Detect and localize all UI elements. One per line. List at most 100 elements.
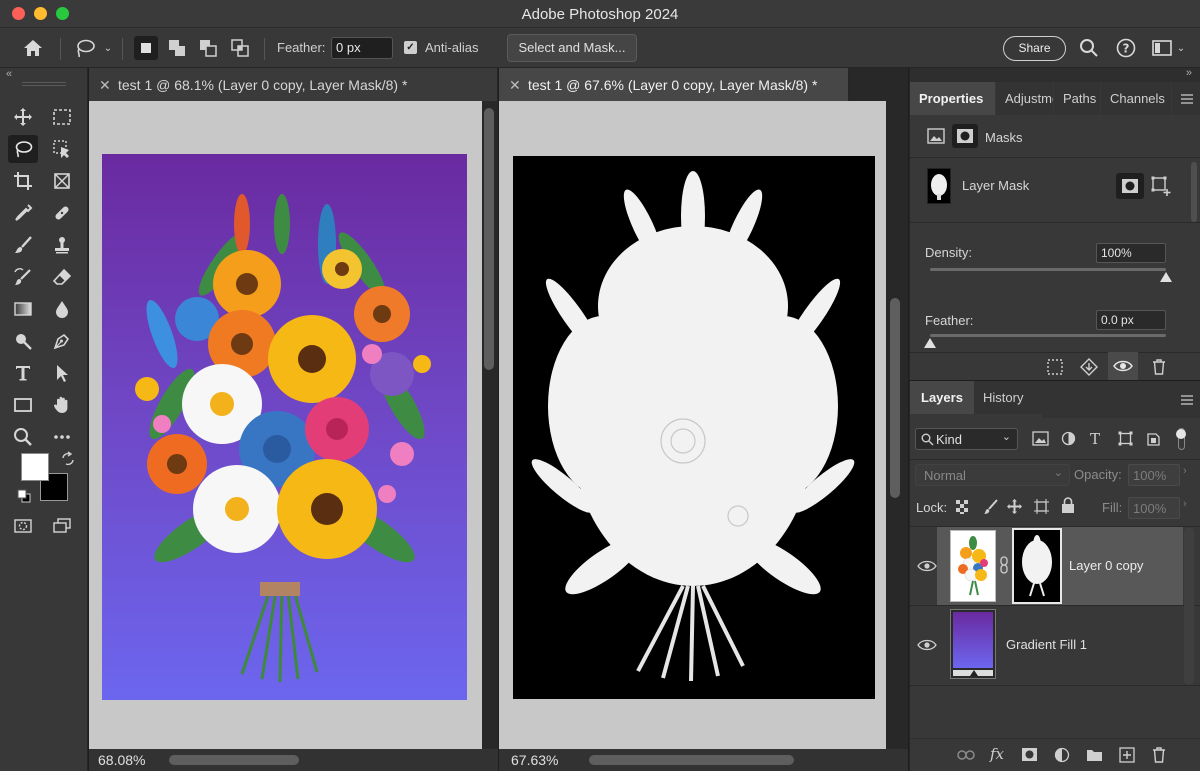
- pen-tool-icon[interactable]: [47, 327, 77, 355]
- delete-mask-icon[interactable]: [1150, 358, 1168, 376]
- lock-position-icon[interactable]: [1006, 498, 1023, 518]
- crop-tool-icon[interactable]: [8, 167, 38, 195]
- share-button[interactable]: Share: [1003, 36, 1066, 61]
- zoom-level[interactable]: 68.08%: [98, 752, 145, 768]
- move-tool-icon[interactable]: [8, 103, 38, 131]
- blur-tool-icon[interactable]: [47, 295, 77, 323]
- filter-kind-select[interactable]: Kind ⌄: [915, 428, 1018, 450]
- feather-slider-thumb[interactable]: [924, 338, 936, 348]
- layer-style-icon[interactable]: fx: [990, 745, 1004, 763]
- subtract-from-selection-button[interactable]: [196, 36, 220, 60]
- collapse-panels-icon[interactable]: »: [1186, 67, 1192, 79]
- tab-channels[interactable]: Channels: [1101, 82, 1171, 115]
- lasso-tool-icon[interactable]: [8, 135, 38, 163]
- feather-input[interactable]: 0 px: [331, 37, 393, 59]
- add-layer-mask-icon[interactable]: [1021, 747, 1038, 765]
- select-and-mask-button[interactable]: Select and Mask...: [507, 34, 637, 62]
- layer-name[interactable]: Gradient Fill 1: [1006, 637, 1087, 652]
- layer-visibility-eye-icon[interactable]: [916, 559, 938, 573]
- tab-layers[interactable]: Layers: [910, 381, 974, 414]
- default-colors-icon[interactable]: [17, 489, 31, 503]
- feather-input[interactable]: 0.0 px: [1096, 310, 1166, 330]
- document-tab-2[interactable]: ✕ test 1 @ 67.6% (Layer 0 copy, Layer Ma…: [499, 68, 849, 101]
- dodge-tool-icon[interactable]: [8, 327, 38, 355]
- brush-tool-icon[interactable]: [8, 231, 38, 259]
- tab-history[interactable]: History: [974, 381, 1042, 414]
- layer-row-layer-0-copy[interactable]: Layer 0 copy: [937, 527, 1183, 605]
- home-icon[interactable]: [20, 36, 46, 60]
- properties-scrollbar[interactable]: [1191, 162, 1197, 222]
- lock-image-pixels-icon[interactable]: [983, 499, 999, 518]
- swap-colors-icon[interactable]: [60, 451, 76, 467]
- layer-mask-thumbnail[interactable]: [927, 168, 951, 204]
- foreground-color-swatch[interactable]: [21, 453, 49, 481]
- tab-paths[interactable]: Paths: [1054, 82, 1100, 115]
- pixel-properties-icon[interactable]: [927, 128, 945, 144]
- new-adjustment-layer-icon[interactable]: [1054, 747, 1070, 766]
- fill-input[interactable]: 100%: [1128, 497, 1180, 519]
- workspace-icon[interactable]: [1151, 37, 1173, 59]
- filter-pixel-icon[interactable]: [1032, 431, 1049, 449]
- load-selection-icon[interactable]: [1046, 358, 1064, 376]
- add-to-selection-button[interactable]: [165, 36, 189, 60]
- tab-adjustments[interactable]: Adjustments: [996, 82, 1053, 115]
- quick-mask-icon[interactable]: [8, 512, 38, 540]
- object-selection-tool-icon[interactable]: [47, 135, 77, 163]
- eraser-tool-icon[interactable]: [47, 263, 77, 291]
- new-selection-button[interactable]: [134, 36, 158, 60]
- anti-alias-checkbox[interactable]: ✓: [404, 41, 417, 54]
- filter-adjustment-icon[interactable]: [1061, 431, 1076, 449]
- clone-stamp-tool-icon[interactable]: [47, 231, 77, 259]
- frame-tool-icon[interactable]: [47, 167, 77, 195]
- lock-all-icon[interactable]: [1061, 497, 1075, 517]
- apply-mask-icon[interactable]: [1080, 358, 1098, 376]
- healing-brush-tool-icon[interactable]: [47, 199, 77, 227]
- density-slider-thumb[interactable]: [1160, 272, 1172, 282]
- close-tab-icon[interactable]: ✕: [99, 77, 111, 94]
- blend-mode-select[interactable]: Normal ⌄: [915, 464, 1070, 486]
- lock-artboard-icon[interactable]: [1033, 498, 1050, 518]
- layer-mask-image[interactable]: [513, 156, 875, 699]
- zoom-tool-icon[interactable]: [8, 423, 38, 451]
- delete-layer-icon[interactable]: [1151, 746, 1167, 766]
- filter-type-icon[interactable]: T: [1090, 430, 1100, 448]
- toolbar-grip[interactable]: [22, 82, 66, 86]
- add-vector-mask-button[interactable]: [1150, 175, 1172, 197]
- toggle-mask-visibility-icon[interactable]: [1108, 352, 1138, 380]
- new-group-icon[interactable]: [1086, 747, 1103, 765]
- lock-transparent-pixels-icon[interactable]: [955, 499, 971, 518]
- density-input[interactable]: 100%: [1096, 243, 1166, 263]
- mask-properties-icon[interactable]: [952, 124, 978, 148]
- opacity-input[interactable]: 100%: [1128, 464, 1180, 486]
- rectangle-tool-icon[interactable]: [8, 391, 38, 419]
- more-tools-icon[interactable]: [47, 423, 77, 451]
- horizontal-scrollbar[interactable]: [589, 755, 794, 765]
- close-tab-icon[interactable]: ✕: [509, 77, 521, 94]
- collapse-toolbar-icon[interactable]: «: [6, 68, 12, 80]
- filter-shape-icon[interactable]: [1118, 431, 1133, 449]
- layer-thumbnail[interactable]: [950, 609, 996, 679]
- density-slider[interactable]: [930, 268, 1166, 271]
- zoom-level[interactable]: 67.63%: [511, 752, 558, 768]
- layer-thumbnail[interactable]: [950, 530, 996, 602]
- vertical-scrollbar[interactable]: [484, 108, 494, 370]
- layer-row-gradient-fill-1[interactable]: Gradient Fill 1: [937, 606, 1183, 684]
- vertical-scrollbar[interactable]: [890, 298, 900, 498]
- filter-toggle[interactable]: [1176, 428, 1186, 450]
- chevron-down-icon[interactable]: ⌄: [101, 40, 115, 56]
- panel-menu-icon[interactable]: [1172, 82, 1200, 115]
- screen-mode-icon[interactable]: [47, 512, 77, 540]
- search-icon[interactable]: [1078, 37, 1100, 59]
- add-pixel-mask-button[interactable]: [1116, 173, 1144, 199]
- layer-name[interactable]: Layer 0 copy: [1069, 558, 1143, 573]
- new-layer-icon[interactable]: [1119, 747, 1135, 766]
- layer-mask-link-icon[interactable]: [999, 556, 1009, 577]
- link-layers-icon[interactable]: [957, 749, 975, 764]
- workspace-chevron-icon[interactable]: ⌄: [1175, 40, 1187, 56]
- fill-chevron-icon[interactable]: ›: [1183, 498, 1187, 510]
- type-tool-icon[interactable]: [8, 359, 38, 387]
- hand-tool-icon[interactable]: [47, 391, 77, 419]
- intersect-selection-button[interactable]: [228, 36, 252, 60]
- gradient-tool-icon[interactable]: [8, 295, 38, 323]
- bouquet-color-image[interactable]: [102, 154, 467, 700]
